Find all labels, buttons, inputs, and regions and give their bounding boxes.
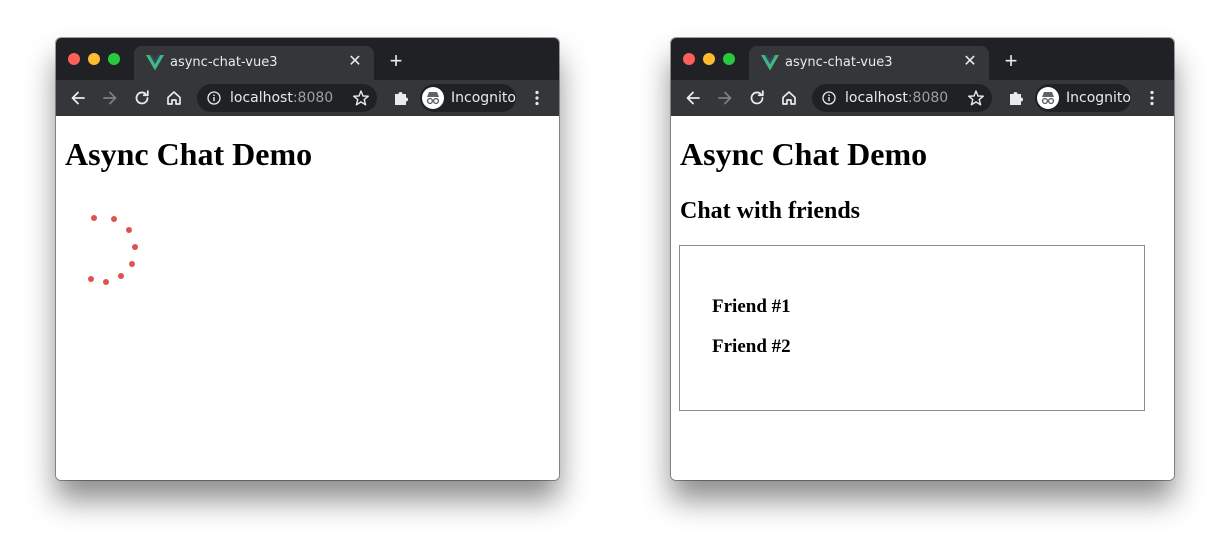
page-content: Async Chat Demo Chat with friends Friend… — [671, 116, 1174, 480]
new-tab-icon[interactable]: + — [1001, 50, 1021, 72]
friends-list: Friend #1 Friend #2 — [679, 245, 1145, 411]
more-menu-icon[interactable] — [1142, 88, 1162, 108]
home-icon[interactable] — [164, 88, 184, 108]
tab-bar: async-chat-vue3 ✕ + — [56, 38, 559, 80]
section-heading: Chat with friends — [680, 198, 861, 224]
forward-icon[interactable] — [100, 88, 120, 108]
new-tab-icon[interactable]: + — [386, 50, 406, 72]
minimize-window-button[interactable] — [703, 53, 715, 65]
extensions-puzzle-icon[interactable] — [1006, 88, 1026, 108]
info-icon[interactable] — [822, 91, 836, 105]
incognito-icon — [422, 87, 444, 109]
back-icon[interactable] — [68, 88, 88, 108]
reload-icon[interactable] — [747, 88, 767, 108]
browser-window-loading: async-chat-vue3 ✕ + localhost:8080 Incog… — [56, 38, 559, 480]
tab-title: async-chat-vue3 — [785, 55, 893, 70]
tab-async-chat[interactable]: async-chat-vue3 ✕ — [749, 46, 989, 80]
info-icon[interactable] — [207, 91, 221, 105]
incognito-profile-button[interactable]: Incognito — [1035, 84, 1131, 112]
forward-icon[interactable] — [715, 88, 735, 108]
bookmark-star-icon[interactable] — [967, 89, 985, 107]
toolbar: localhost:8080 Incognito — [56, 80, 559, 116]
reload-icon[interactable] — [132, 88, 152, 108]
url-text: localhost:8080 — [845, 90, 949, 106]
tab-bar: async-chat-vue3 ✕ + — [671, 38, 1174, 80]
maximize-window-button[interactable] — [723, 53, 735, 65]
page-title: Async Chat Demo — [680, 136, 928, 172]
list-item[interactable]: Friend #1 — [712, 296, 791, 318]
home-icon[interactable] — [779, 88, 799, 108]
tab-title: async-chat-vue3 — [170, 55, 278, 70]
list-item[interactable]: Friend #2 — [712, 336, 791, 358]
tab-async-chat[interactable]: async-chat-vue3 ✕ — [134, 46, 374, 80]
maximize-window-button[interactable] — [108, 53, 120, 65]
address-bar[interactable]: localhost:8080 — [197, 84, 377, 112]
browser-window-loaded: async-chat-vue3 ✕ + localhost:8080 Incog… — [671, 38, 1174, 480]
page-title: Async Chat Demo — [65, 136, 313, 172]
toolbar: localhost:8080 Incognito — [671, 80, 1174, 116]
page-content: Async Chat Demo — [56, 116, 559, 480]
incognito-label: Incognito — [1066, 90, 1131, 106]
close-window-button[interactable] — [68, 53, 80, 65]
close-tab-icon[interactable]: ✕ — [961, 53, 979, 71]
back-icon[interactable] — [683, 88, 703, 108]
extensions-puzzle-icon[interactable] — [391, 88, 411, 108]
incognito-icon — [1037, 87, 1059, 109]
bookmark-star-icon[interactable] — [352, 89, 370, 107]
address-bar[interactable]: localhost:8080 — [812, 84, 992, 112]
close-window-button[interactable] — [683, 53, 695, 65]
url-text: localhost:8080 — [230, 90, 334, 106]
vue-logo-icon — [761, 55, 779, 71]
vue-logo-icon — [146, 55, 164, 71]
close-tab-icon[interactable]: ✕ — [346, 53, 364, 71]
incognito-label: Incognito — [451, 90, 516, 106]
incognito-profile-button[interactable]: Incognito — [420, 84, 516, 112]
loading-spinner-icon — [88, 215, 138, 285]
minimize-window-button[interactable] — [88, 53, 100, 65]
more-menu-icon[interactable] — [527, 88, 547, 108]
